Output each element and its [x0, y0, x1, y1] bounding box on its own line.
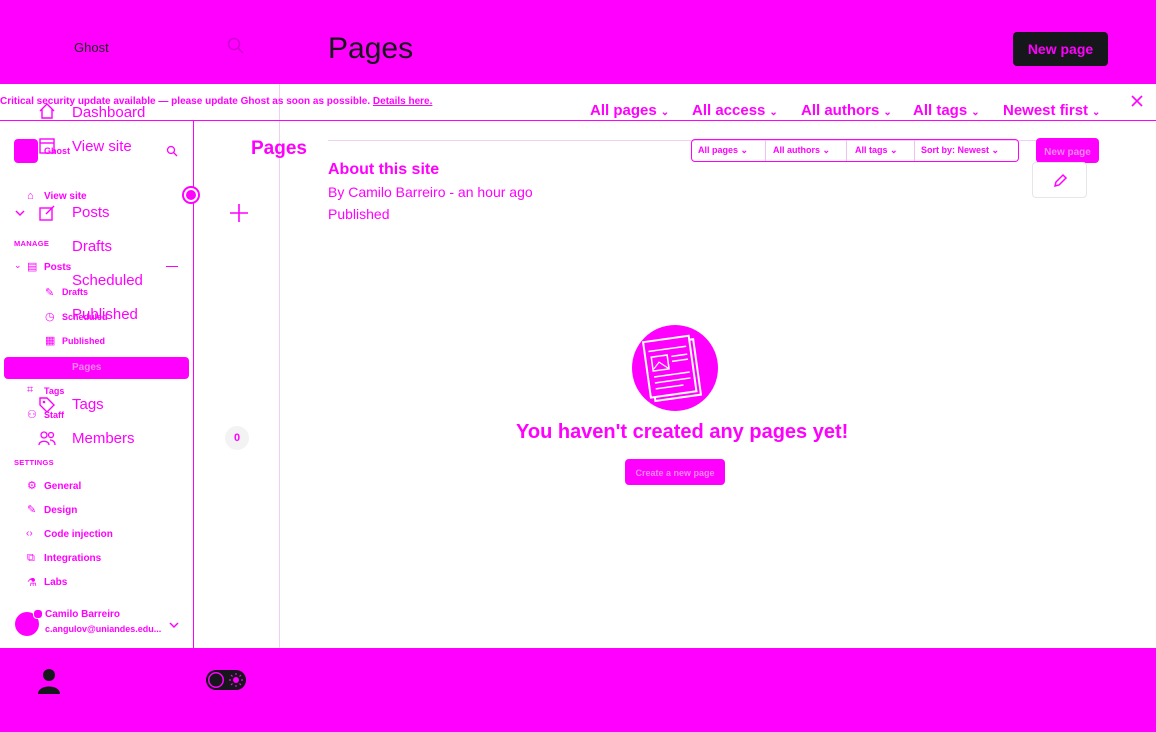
main-heading: Pages [251, 138, 307, 159]
user-menu-chevron-icon[interactable] [168, 617, 180, 635]
sidebar-drafts[interactable]: Drafts [62, 287, 88, 297]
user-icon[interactable] [36, 667, 62, 700]
manage-label: MANAGE [14, 239, 50, 248]
pencil-icon: ✎ [45, 287, 55, 299]
sidebar-posts-add[interactable] [166, 266, 178, 267]
overlay-tags[interactable]: Tags [72, 396, 104, 413]
sidebar-tag-icon: ⌗ [27, 384, 34, 396]
main-new-page-button[interactable]: New page [1036, 138, 1099, 163]
user-email: c.angulov@uniandes.edu... [45, 624, 162, 634]
page-row-meta: By Camilo Barreiro - an hour ago [328, 184, 533, 200]
avatar-status-dot [33, 609, 43, 619]
clock-icon: ◷ [45, 311, 55, 323]
sidebar-tags[interactable]: Tags [44, 386, 64, 396]
filter-all-tags[interactable]: All tags ⌄ [913, 102, 980, 119]
members-count-badge: 0 [225, 426, 249, 450]
sidebar-posts-icon: ▤ [27, 261, 38, 273]
sidebar-design[interactable]: Design [44, 505, 77, 516]
overlay-posts[interactable]: Posts [72, 204, 110, 221]
close-icon[interactable] [1131, 94, 1143, 112]
filter-all-access[interactable]: All access ⌄ [692, 102, 778, 119]
small-filter-sort[interactable]: Sort by: Newest ⌄ [921, 145, 999, 156]
small-filter-sep-1 [765, 140, 766, 161]
sidebar-published[interactable]: Published [62, 336, 105, 346]
page-title: Pages [328, 32, 414, 65]
status-dot [182, 186, 200, 204]
page-row-status: Published [328, 206, 390, 222]
edit-pencil-icon [1053, 173, 1068, 188]
sidebar-view-site[interactable]: View site [44, 191, 87, 202]
sidebar-chevron-icon[interactable]: ⌄ [14, 260, 22, 271]
filter-all-authors[interactable]: All authors ⌄ [801, 102, 892, 119]
small-filter-sep-2 [846, 140, 847, 161]
page-row-title[interactable]: About this site [328, 161, 439, 179]
sidebar-scheduled[interactable]: Scheduled [62, 312, 108, 322]
sidebar-labs[interactable]: Labs [44, 577, 67, 588]
empty-state-illustration [631, 324, 719, 417]
staff-icon: ⚇ [27, 409, 37, 421]
app-name: Ghost [74, 40, 109, 55]
empty-state-text: You haven't created any pages yet! [516, 421, 849, 443]
small-filter-all-tags[interactable]: All tags ⌄ [855, 145, 898, 156]
design-icon: ✎ [27, 504, 37, 516]
settings-label: SETTINGS [14, 458, 54, 467]
sidebar-integrations[interactable]: Integrations [44, 553, 101, 564]
new-page-button[interactable]: New page [1013, 32, 1108, 66]
filter-sort[interactable]: Newest first ⌄ [1003, 102, 1100, 119]
bottom-bar [0, 648, 1156, 732]
gear-icon: ⚙ [27, 480, 37, 492]
top-bar [0, 0, 1156, 84]
edit-page-button[interactable] [1032, 162, 1087, 198]
create-page-button[interactable]: Create a new page [625, 459, 725, 485]
banner-divider [0, 120, 1156, 121]
home-icon [38, 102, 56, 125]
sidebar-home-icon: ⌂ [27, 190, 34, 202]
overlay-dashboard[interactable]: Dashboard [72, 104, 145, 121]
sidebar-code-injection[interactable]: Code injection [44, 529, 113, 540]
site-logo [14, 139, 38, 163]
published-icon: ▦ [45, 335, 56, 347]
edit-icon [38, 204, 56, 227]
small-filter-sep-3 [914, 140, 915, 161]
people-icon [38, 430, 56, 451]
labs-icon: ⚗ [27, 577, 37, 589]
overlay-view-site[interactable]: View site [72, 138, 132, 155]
small-filter-all-authors[interactable]: All authors ⌄ [773, 145, 830, 156]
site-name: Ghost [44, 146, 70, 156]
banner-link[interactable]: Details here. [373, 96, 432, 107]
overlay-members[interactable]: Members [72, 430, 135, 447]
small-filter-all-pages[interactable]: All pages ⌄ [698, 145, 748, 156]
security-banner: Critical security update available — ple… [0, 96, 432, 107]
code-icon: ‹› [26, 528, 33, 539]
sidebar-staff[interactable]: Staff [44, 410, 64, 420]
sidebar-pages: Pages [72, 362, 102, 373]
search-icon[interactable] [226, 36, 246, 61]
theme-toggle-icon[interactable] [205, 669, 247, 696]
filter-all-pages[interactable]: All pages ⌄ [590, 102, 669, 119]
integrations-icon: ⧉ [27, 552, 35, 564]
overlay-drafts[interactable]: Drafts [72, 238, 112, 255]
plus-icon[interactable] [229, 203, 249, 228]
user-name: Camilo Barreiro [45, 609, 121, 620]
chevron-down-icon[interactable] [14, 206, 26, 224]
sidebar-pages-active[interactable]: Pages [4, 357, 189, 379]
sidebar-general[interactable]: General [44, 481, 81, 492]
sidebar-search-icon[interactable] [166, 144, 178, 162]
sidebar-posts[interactable]: Posts [44, 262, 71, 273]
column-divider [279, 84, 280, 648]
